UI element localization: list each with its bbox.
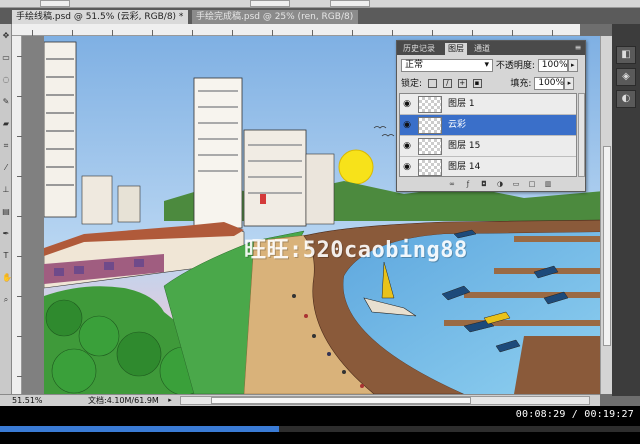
layer-row[interactable]: ◉ 图层 1 <box>400 94 576 115</box>
tab-channels[interactable]: 通道 <box>471 43 493 55</box>
close-icon[interactable]: × <box>357 12 358 22</box>
tab-layers[interactable]: 图层 <box>445 43 467 55</box>
layer-thumbnail <box>418 138 442 155</box>
new-layer-icon[interactable]: □ <box>527 180 537 189</box>
zoom-tool-icon[interactable]: ⌕ <box>2 296 10 304</box>
status-menu-arrow-icon[interactable]: ▸ <box>166 396 174 405</box>
eye-icon[interactable]: ◉ <box>402 99 412 109</box>
layer-thumbnail <box>418 117 442 134</box>
new-group-icon[interactable]: ▭ <box>511 180 521 189</box>
eraser-tool-icon[interactable]: ▰ <box>2 120 10 128</box>
layer-row-selected[interactable]: ◉ 云彩 <box>400 115 576 136</box>
layers-panel-icon[interactable]: ◈ <box>616 68 636 86</box>
horizontal-scrollbar[interactable] <box>180 396 590 405</box>
opacity-arrow-icon[interactable]: ▸ <box>567 59 578 72</box>
eyedropper-tool-icon[interactable]: ⁄ <box>2 164 10 172</box>
fill-arrow-icon[interactable]: ▸ <box>564 77 575 90</box>
options-bar <box>0 0 640 8</box>
lasso-tool-icon[interactable]: ◌ <box>2 76 10 84</box>
panel-dock: ◧ ◈ ◐ <box>612 24 640 396</box>
lock-move-icon[interactable]: + <box>457 79 467 88</box>
lock-transparent-icon[interactable] <box>427 79 437 88</box>
stamp-tool-icon[interactable]: ⊥ <box>2 186 10 194</box>
tab-history[interactable]: 历史记录 <box>400 43 438 55</box>
color-panel-icon[interactable]: ◧ <box>616 46 636 64</box>
crop-tool-icon[interactable]: ⌗ <box>2 142 10 150</box>
eye-icon[interactable]: ◉ <box>402 162 412 172</box>
chevron-down-icon: ▾ <box>484 60 489 70</box>
horizontal-ruler <box>12 24 580 36</box>
layer-row[interactable]: ◉ 图层 14 <box>400 157 576 176</box>
document-tabs: 手绘线稿.psd @ 51.5% (云彩, RGB/8) *× 手绘完成稿.ps… <box>0 8 640 24</box>
pen-tool-icon[interactable]: ✒ <box>2 230 10 238</box>
blend-opacity-row: 正常 ▾ 不透明度: 100% ▸ <box>401 58 581 74</box>
lock-label: 锁定: <box>401 79 423 89</box>
tab-label: 手绘完成稿.psd @ 25% (ren, RGB/8) <box>196 12 354 22</box>
playback-time: 00:08:29 / 00:19:27 <box>515 409 634 420</box>
options-field[interactable] <box>250 0 290 7</box>
watermark-text: 旺旺:520caobing88 <box>244 238 468 263</box>
move-tool-icon[interactable]: ✥ <box>2 32 10 40</box>
eye-icon[interactable]: ◉ <box>402 141 412 151</box>
blend-mode-select[interactable]: 正常 ▾ <box>401 59 493 72</box>
layers-panel: 历史记录 图层 通道 ≡ 正常 ▾ 不透明度: 100% ▸ 锁定: / + ▪ 填… <box>396 40 586 192</box>
layer-row[interactable]: ◉ 图层 15 <box>400 136 576 157</box>
layers-scrollbar[interactable] <box>578 93 585 177</box>
panel-menu-icon[interactable]: ≡ <box>573 44 583 52</box>
document-size: 文档:4.10M/61.9M <box>88 396 159 405</box>
eye-icon[interactable]: ◉ <box>402 120 412 130</box>
video-player-bar: 00:08:29 / 00:19:27 <box>0 406 640 444</box>
options-field[interactable] <box>40 0 70 7</box>
scroll-thumb[interactable] <box>603 146 611 346</box>
playback-progress-bar[interactable] <box>0 426 640 432</box>
marquee-tool-icon[interactable]: ▭ <box>2 54 10 62</box>
lock-fill-row: 锁定: / + ▪ 填充: 100% ▸ <box>401 76 581 92</box>
fill-field[interactable]: 100% <box>534 77 565 90</box>
lock-all-icon[interactable]: ▪ <box>472 79 482 88</box>
playback-progress-fill <box>0 426 280 432</box>
layer-name: 云彩 <box>448 120 467 130</box>
adjustments-panel-icon[interactable]: ◐ <box>616 90 636 108</box>
tab-final-render[interactable]: 手绘完成稿.psd @ 25% (ren, RGB/8)× <box>192 10 358 24</box>
opacity-field[interactable]: 100% <box>537 59 568 72</box>
link-layers-icon[interactable]: ∞ <box>447 180 457 189</box>
layer-name: 图层 1 <box>448 99 475 109</box>
opacity-label: 不透明度: <box>495 61 535 71</box>
hand-tool-icon[interactable]: ✋ <box>2 274 12 282</box>
brush-tool-icon[interactable]: ✎ <box>2 98 10 106</box>
layer-thumbnail <box>418 159 442 176</box>
vertical-ruler <box>12 36 22 394</box>
layer-list: ◉ 图层 1 ◉ 云彩 ◉ 图层 15 ◉ 图层 14 <box>399 93 577 177</box>
options-field[interactable] <box>330 0 370 7</box>
status-bar: 51.51% 文档:4.10M/61.9M ▸ <box>0 394 600 406</box>
layer-style-icon[interactable]: ƒ <box>463 180 473 189</box>
adjustment-layer-icon[interactable]: ◑ <box>495 180 505 189</box>
add-mask-icon[interactable]: ◘ <box>479 180 489 189</box>
lock-brush-icon[interactable]: / <box>442 79 452 88</box>
photoshop-window: 手绘线稿.psd @ 51.5% (云彩, RGB/8) *× 手绘完成稿.ps… <box>0 0 640 444</box>
tab-line-draft[interactable]: 手绘线稿.psd @ 51.5% (云彩, RGB/8) *× <box>12 10 188 24</box>
vertical-scrollbar[interactable] <box>600 36 612 394</box>
type-tool-icon[interactable]: T <box>2 252 10 260</box>
close-icon[interactable]: × <box>187 12 188 22</box>
layer-name: 图层 14 <box>448 162 481 172</box>
delete-layer-icon[interactable]: ▥ <box>543 180 553 189</box>
fill-label: 填充: <box>510 79 532 89</box>
blend-mode-value: 正常 <box>405 60 424 70</box>
tools-panel: ✥ ▭ ◌ ✎ ▰ ⌗ ⁄ ⊥ ▤ ✒ T ✋ ⌕ <box>0 24 12 396</box>
layer-thumbnail <box>418 96 442 113</box>
layer-name: 图层 15 <box>448 141 481 151</box>
panel-header: 历史记录 图层 通道 ≡ <box>397 41 585 55</box>
gradient-tool-icon[interactable]: ▤ <box>2 208 10 216</box>
tab-label: 手绘线稿.psd @ 51.5% (云彩, RGB/8) * <box>16 12 184 22</box>
panel-footer: ∞ ƒ ◘ ◑ ▭ □ ▥ <box>397 178 585 191</box>
scroll-thumb[interactable] <box>211 397 471 404</box>
zoom-level[interactable]: 51.51% <box>12 395 43 406</box>
